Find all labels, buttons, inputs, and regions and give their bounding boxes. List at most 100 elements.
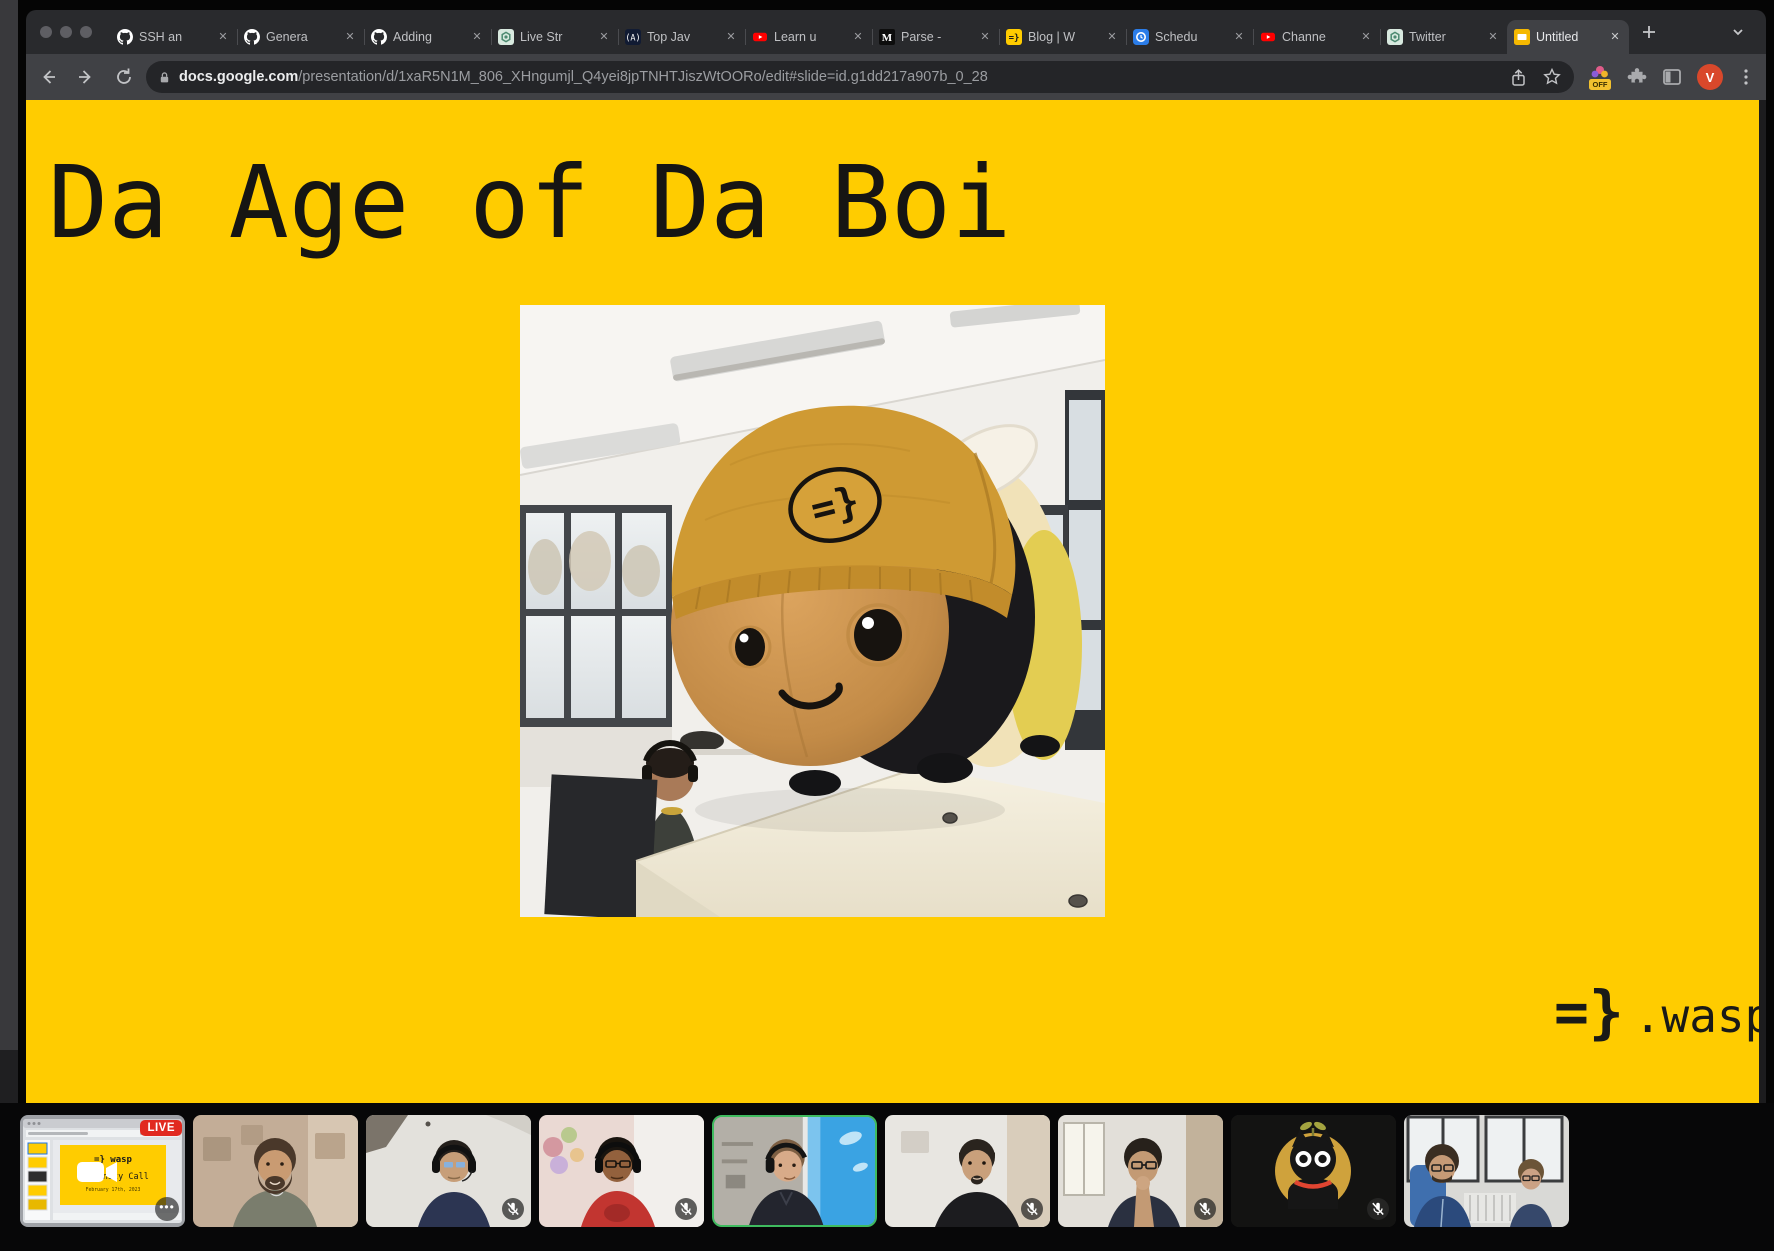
wasp-logo-wordmark: .wasp xyxy=(1634,989,1766,1043)
wasp-icon: =} xyxy=(1006,29,1022,45)
muted-mic-icon xyxy=(675,1198,697,1220)
back-button[interactable] xyxy=(38,67,58,87)
call-tile-two-participants[interactable] xyxy=(1404,1115,1569,1227)
close-tab-icon[interactable]: ✕ xyxy=(1232,30,1246,44)
minimize-window-button[interactable] xyxy=(60,26,72,38)
schedule-icon xyxy=(1133,29,1149,45)
tab-untitled-active[interactable]: Untitled ✕ xyxy=(1507,20,1629,54)
svg-text:M: M xyxy=(882,32,893,44)
close-tab-icon[interactable]: ✕ xyxy=(1486,30,1500,44)
close-tab-icon[interactable]: ✕ xyxy=(343,30,357,44)
close-tab-icon[interactable]: ✕ xyxy=(1608,30,1622,44)
close-tab-icon[interactable]: ✕ xyxy=(1359,30,1373,44)
tab-strip: SSH an ✕ Genera ✕ Adding ✕ Live Str ✕ xyxy=(26,10,1766,54)
call-tile-active-speaker[interactable] xyxy=(712,1115,877,1227)
slide-filmstrip xyxy=(28,1143,47,1210)
forward-button[interactable] xyxy=(76,67,96,87)
tab-live-stream[interactable]: Live Str ✕ xyxy=(491,20,618,54)
slides-icon xyxy=(1514,29,1530,45)
tab-search-chevron-icon[interactable] xyxy=(1730,24,1746,40)
svg-text:(A): (A) xyxy=(625,33,640,43)
tab-label: Blog | W xyxy=(1028,30,1099,44)
tab-label: Live Str xyxy=(520,30,591,44)
wasp-logo-symbol: =} xyxy=(1554,978,1624,1046)
slide-title: Da Age of Da Boi xyxy=(48,144,1011,261)
tab-label: Schedu xyxy=(1155,30,1226,44)
lock-icon xyxy=(158,71,171,84)
extensions-puzzle-icon[interactable] xyxy=(1627,67,1647,87)
muted-mic-icon xyxy=(1367,1198,1389,1220)
bee-plush-photo: =} xyxy=(520,305,1105,917)
address-bar[interactable]: docs.google.com/presentation/d/1xaR5N1M_… xyxy=(146,61,1574,93)
call-tile-participant[interactable] xyxy=(193,1115,358,1227)
share-slide-date: February 17th, 2023 xyxy=(86,1187,141,1193)
extension-off-icon[interactable]: OFF xyxy=(1588,65,1612,89)
browser-menu-kebab-icon[interactable] xyxy=(1738,68,1754,86)
tab-label: Untitled xyxy=(1536,30,1602,44)
new-tab-button[interactable] xyxy=(1641,24,1657,40)
tab-adding[interactable]: Adding ✕ xyxy=(364,20,491,54)
url-path: /presentation/d/1xaR5N1M_806_XHngumjl_Q4… xyxy=(298,69,988,85)
tab-blog[interactable]: =} Blog | W ✕ xyxy=(999,20,1126,54)
tab-label: Genera xyxy=(266,30,337,44)
call-tile-screenshare[interactable]: =} wasp Community Call February 17th, 20… xyxy=(20,1115,185,1227)
close-tab-icon[interactable]: ✕ xyxy=(1105,30,1119,44)
tab-label: Top Jav xyxy=(647,30,718,44)
call-tile-cat-avatar[interactable] xyxy=(1231,1115,1396,1227)
live-badge: LIVE xyxy=(140,1120,182,1136)
github-icon xyxy=(117,29,133,45)
url-text[interactable]: docs.google.com/presentation/d/1xaR5N1M_… xyxy=(179,69,1495,85)
tab-channel[interactable]: Channe ✕ xyxy=(1253,20,1380,54)
github-icon xyxy=(244,29,260,45)
tab-label: Learn u xyxy=(774,30,845,44)
url-host: docs.google.com xyxy=(179,69,298,85)
profile-avatar[interactable]: V xyxy=(1697,64,1723,90)
muted-mic-icon xyxy=(1021,1198,1043,1220)
tab-label: SSH an xyxy=(139,30,210,44)
medium-icon: M xyxy=(879,29,895,45)
muted-mic-icon xyxy=(1194,1198,1216,1220)
slide-canvas[interactable]: Da Age of Da Boi xyxy=(26,100,1766,1103)
call-tile-participant[interactable] xyxy=(366,1115,531,1227)
reload-button[interactable] xyxy=(114,67,134,87)
tile-options-button[interactable]: ••• xyxy=(155,1197,179,1221)
share-icon[interactable] xyxy=(1509,68,1528,87)
window-controls[interactable] xyxy=(40,26,92,38)
call-tile-participant[interactable] xyxy=(1058,1115,1223,1227)
scrollbar-track[interactable] xyxy=(1759,100,1766,1103)
tab-learn[interactable]: Learn u ✕ xyxy=(745,20,872,54)
close-tab-icon[interactable]: ✕ xyxy=(216,30,230,44)
zoom-window-button[interactable] xyxy=(80,26,92,38)
tab-parse[interactable]: M Parse - ✕ xyxy=(872,20,999,54)
tab-general[interactable]: Genera ✕ xyxy=(237,20,364,54)
tab-ssh[interactable]: SSH an ✕ xyxy=(110,20,237,54)
bee-plush: =} xyxy=(671,406,1082,796)
close-tab-icon[interactable]: ✕ xyxy=(724,30,738,44)
tab-top-javascript[interactable]: (A) Top Jav ✕ xyxy=(618,20,745,54)
call-tile-participant[interactable] xyxy=(885,1115,1050,1227)
wasp-logo: =} .wasp xyxy=(1554,978,1766,1046)
svg-text:=}: =} xyxy=(1009,34,1020,44)
github-icon xyxy=(371,29,387,45)
muted-mic-icon xyxy=(502,1198,524,1220)
youtube-icon xyxy=(752,29,768,45)
chatgpt-icon xyxy=(1387,29,1403,45)
close-tab-icon[interactable]: ✕ xyxy=(978,30,992,44)
close-tab-icon[interactable]: ✕ xyxy=(470,30,484,44)
screen: SSH an ✕ Genera ✕ Adding ✕ Live Str ✕ xyxy=(0,0,1774,1251)
tab-label: Adding xyxy=(393,30,464,44)
side-panel-icon[interactable] xyxy=(1662,68,1682,86)
tab-twitter[interactable]: Twitter ✕ xyxy=(1380,20,1507,54)
close-tab-icon[interactable]: ✕ xyxy=(851,30,865,44)
astro-icon: (A) xyxy=(625,29,641,45)
extension-off-badge: OFF xyxy=(1589,79,1611,90)
tab-label: Parse - xyxy=(901,30,972,44)
bookmark-star-icon[interactable] xyxy=(1542,67,1562,87)
tab-label: Channe xyxy=(1282,30,1353,44)
call-tile-participant[interactable] xyxy=(539,1115,704,1227)
close-window-button[interactable] xyxy=(40,26,52,38)
chatgpt-icon xyxy=(498,29,514,45)
tab-schedule[interactable]: Schedu ✕ xyxy=(1126,20,1253,54)
tabs: SSH an ✕ Genera ✕ Adding ✕ Live Str ✕ xyxy=(110,10,1657,54)
close-tab-icon[interactable]: ✕ xyxy=(597,30,611,44)
